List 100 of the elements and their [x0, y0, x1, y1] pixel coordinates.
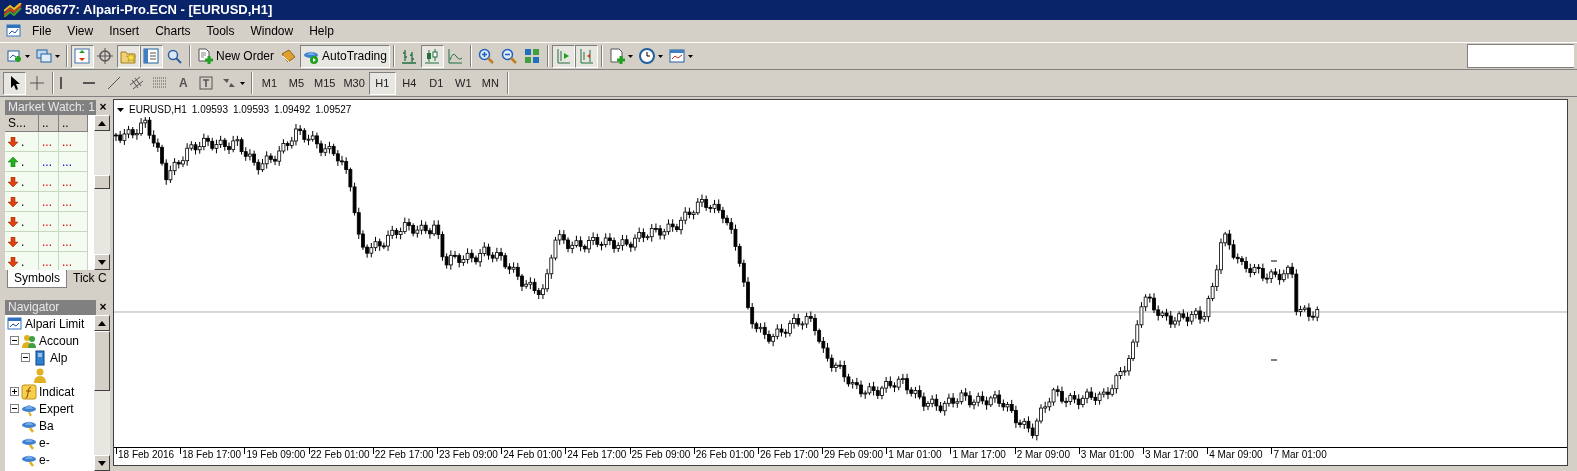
- new-chart-icon: [6, 48, 22, 64]
- scrollbar[interactable]: [94, 115, 110, 270]
- timeframe-button[interactable]: D1: [422, 71, 450, 95]
- time-label: 18 Feb 17:00: [182, 449, 242, 460]
- tool-button[interactable]: [3, 71, 26, 95]
- time-label: 24 Feb 17:00: [567, 449, 627, 460]
- table-cell: .: [21, 233, 25, 250]
- time-label: 24 Feb 01:00: [503, 449, 563, 460]
- caret-icon: [25, 54, 30, 58]
- table-cell: ...: [42, 173, 52, 190]
- people-icon: [21, 332, 37, 349]
- table-cell: ...: [62, 233, 72, 250]
- caret-icon: [627, 54, 633, 58]
- column-header[interactable]: ..: [39, 115, 59, 132]
- zoom-out-icon: [500, 48, 517, 64]
- time-label: 4 Mar 09:00: [1209, 449, 1263, 460]
- menu-item[interactable]: Tools: [198, 20, 243, 42]
- table-cell: ...: [62, 253, 72, 270]
- close-button[interactable]: ×: [96, 100, 110, 115]
- close-button[interactable]: ×: [96, 300, 110, 315]
- collapse-toggle[interactable]: [21, 353, 30, 362]
- timeframe-button[interactable]: H4: [395, 71, 423, 95]
- caret-icon: [55, 54, 60, 58]
- panel-title: Market Watch: 1: [5, 100, 96, 115]
- menu-item[interactable]: Window: [242, 20, 302, 42]
- channel-icon: [129, 75, 145, 91]
- list-window-icon: [143, 48, 159, 64]
- time-label: 19 Feb 09:00: [246, 449, 306, 460]
- column-header[interactable]: S...: [5, 115, 39, 132]
- fibonacci-icon: [152, 75, 168, 91]
- tool-button[interactable]: [420, 44, 444, 68]
- document-plus-icon: [197, 48, 213, 64]
- timeframe-button[interactable]: M30: [339, 71, 369, 95]
- server-icon: [32, 349, 48, 366]
- time-label: 3 Mar 01:00: [1080, 449, 1135, 460]
- collapse-toggle[interactable]: [10, 404, 19, 413]
- scroll-thumb[interactable]: [94, 174, 110, 189]
- scrollbar[interactable]: [94, 315, 110, 471]
- time-label: 29 Feb 09:00: [824, 449, 883, 460]
- scroll-down-icon[interactable]: [98, 460, 106, 466]
- tree-item[interactable]: Indicat: [39, 382, 75, 401]
- timeframe-button[interactable]: M5: [283, 71, 310, 95]
- price-value: 1.09593: [232, 103, 270, 117]
- table-cell: ...: [42, 133, 52, 150]
- table-cell: .: [21, 133, 25, 150]
- table-cell: .: [21, 193, 25, 210]
- table-cell: ...: [42, 213, 52, 230]
- tree-item[interactable]: Accoun: [39, 331, 80, 350]
- search-field[interactable]: [1467, 44, 1574, 68]
- timeframe-button[interactable]: M1: [256, 71, 283, 95]
- toolbar-button[interactable]: New Order: [194, 44, 277, 68]
- menu-item[interactable]: View: [59, 20, 102, 42]
- dropdown-triangle-icon[interactable]: [117, 107, 124, 112]
- time-label: 26 Feb 01:00: [695, 449, 755, 460]
- timeframe-button[interactable]: MN: [476, 71, 504, 95]
- timeframe-button[interactable]: M15: [310, 71, 340, 95]
- table-cell: .: [21, 173, 25, 190]
- time-label: 26 Feb 17:00: [759, 449, 819, 460]
- tree-item[interactable]: Expert: [39, 399, 74, 418]
- table-cell: ...: [42, 253, 52, 270]
- line-chart-icon: [446, 48, 463, 64]
- menu-item[interactable]: Insert: [101, 20, 148, 42]
- market-watch-icon: [74, 48, 90, 64]
- tree-item[interactable]: e-: [39, 433, 50, 452]
- table-cell: ...: [42, 153, 52, 170]
- tree-item[interactable]: Alp: [50, 348, 68, 367]
- panel-tab[interactable]: Symbols: [7, 270, 67, 288]
- table-cell: ...: [42, 233, 52, 250]
- candlestick-icon: [423, 48, 440, 64]
- tree-item[interactable]: Alpari Limit: [25, 315, 85, 333]
- menu-item[interactable]: Charts: [147, 20, 199, 42]
- toolbar-button[interactable]: A: [172, 71, 195, 95]
- column-header[interactable]: ..: [59, 115, 88, 132]
- chart-window-icon[interactable]: [6, 23, 22, 39]
- scroll-up-icon[interactable]: [98, 120, 106, 126]
- horizontal-line-icon: [83, 82, 95, 84]
- tree-item[interactable]: Ba: [39, 416, 54, 435]
- table-cell: ...: [62, 133, 72, 150]
- folder-star-icon: [120, 48, 136, 64]
- crosshair-icon: [97, 48, 113, 64]
- timeframe-button[interactable]: H1: [368, 71, 396, 95]
- expand-toggle[interactable]: [10, 387, 19, 396]
- time-label: 25 Feb 09:00: [631, 449, 691, 460]
- collapse-toggle[interactable]: [10, 336, 19, 345]
- time-label: 2 Mar 09:00: [1016, 449, 1070, 460]
- scroll-thumb[interactable]: [94, 331, 110, 391]
- menu-item[interactable]: Help: [301, 20, 342, 42]
- timeframe-button[interactable]: W1: [449, 71, 477, 95]
- table-cell: ...: [62, 213, 72, 230]
- time-label: 3 Mar 17:00: [1145, 449, 1199, 460]
- toolbar-button[interactable]: AutoTrading: [300, 44, 390, 68]
- vertical-line-icon: [60, 77, 62, 89]
- scroll-down-icon[interactable]: [98, 259, 106, 265]
- panel-tab[interactable]: Tick C: [67, 270, 110, 288]
- clock-icon: [638, 48, 655, 64]
- tree-item[interactable]: e-: [39, 450, 50, 469]
- scroll-up-icon[interactable]: [98, 320, 106, 326]
- menu-item[interactable]: File: [24, 20, 60, 42]
- price-value: 1.09527: [315, 103, 352, 117]
- text-label-icon: [198, 75, 214, 91]
